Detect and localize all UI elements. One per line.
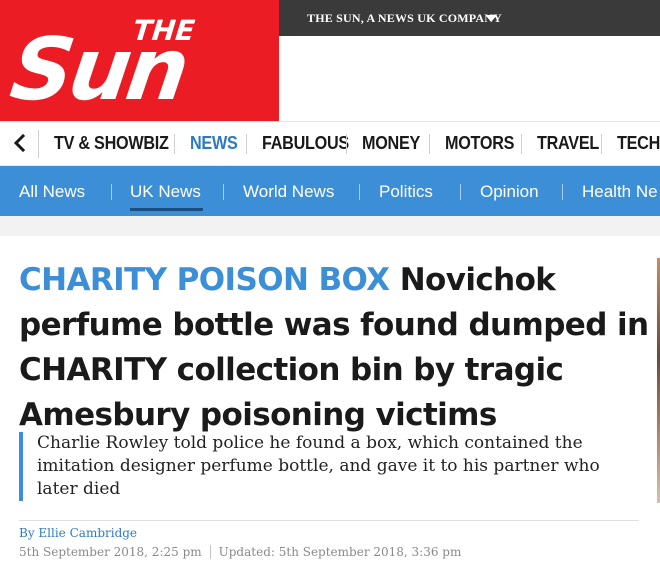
published-date: 5th September 2018, 2:25 pm [19, 545, 202, 559]
divider [460, 184, 461, 200]
subnav-health-news[interactable]: Health Ne [582, 182, 658, 202]
author-link[interactable]: By Ellie Cambridge [19, 526, 137, 540]
divider [174, 134, 175, 154]
divider [346, 134, 347, 154]
section-money[interactable]: MONEY [362, 133, 420, 154]
subnav-uk-news[interactable]: UK News [130, 182, 201, 202]
section-nav: TV & SHOWBIZ NEWS FABULOUS MONEY MOTORS … [0, 121, 660, 166]
page-background [0, 216, 660, 236]
site-header: THE Sun THE SUN, A NEWS UK COMPANY [0, 0, 660, 121]
subnav-politics[interactable]: Politics [379, 182, 433, 202]
divider [209, 545, 211, 559]
subnav-world-news[interactable]: World News [243, 182, 334, 202]
active-tab-indicator [130, 208, 203, 211]
sub-nav: All News UK News World News Politics Opi… [0, 166, 660, 216]
subnav-opinion[interactable]: Opinion [480, 182, 539, 202]
subnav-all-news[interactable]: All News [19, 182, 85, 202]
headline-kicker: CHARITY POISON BOX [19, 262, 390, 298]
divider [359, 184, 360, 200]
company-label: THE SUN, A NEWS UK COMPANY [307, 11, 502, 25]
divider [246, 134, 247, 154]
divider [19, 520, 639, 521]
divider [38, 130, 39, 158]
divider [601, 134, 602, 154]
company-dropdown[interactable]: THE SUN, A NEWS UK COMPANY [279, 0, 660, 36]
section-tech[interactable]: TECH [617, 133, 660, 154]
chevron-left-icon[interactable] [11, 132, 29, 154]
article-dateline: 5th September 2018, 2:25 pm Updated: 5th … [19, 545, 461, 559]
logo-sun-text: Sun [4, 20, 192, 120]
the-sun-logo[interactable]: THE Sun [0, 0, 279, 121]
section-fabulous[interactable]: FABULOUS [262, 133, 349, 154]
divider [521, 134, 522, 154]
article-standfirst: Charlie Rowley told police he found a bo… [19, 432, 644, 501]
article-headline: CHARITY POISON BOX Novichok perfume bott… [19, 258, 649, 438]
divider [429, 134, 430, 154]
divider [111, 184, 112, 200]
section-motors[interactable]: MOTORS [445, 133, 514, 154]
updated-date: Updated: 5th September 2018, 3:36 pm [218, 545, 462, 559]
section-tv-showbiz[interactable]: TV & SHOWBIZ [54, 133, 169, 154]
section-travel[interactable]: TRAVEL [537, 133, 599, 154]
caret-down-icon [487, 15, 497, 21]
section-news[interactable]: NEWS [190, 133, 238, 154]
divider [562, 184, 563, 200]
divider [223, 184, 224, 200]
